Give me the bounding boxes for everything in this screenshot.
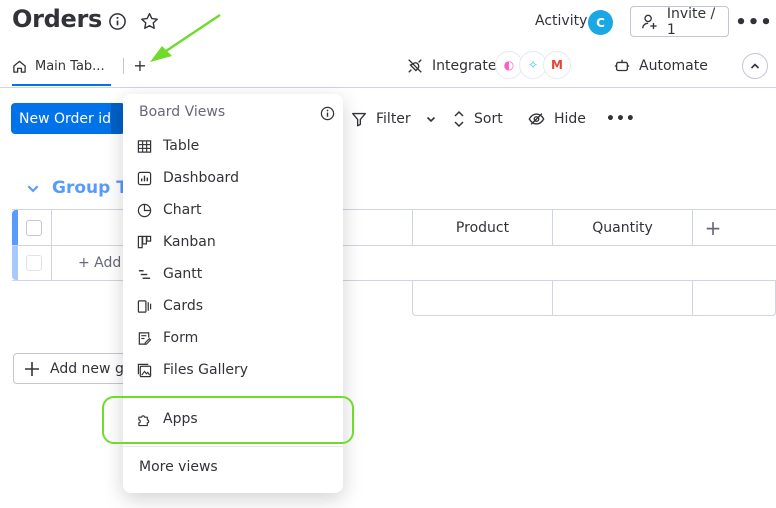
group-color-strip <box>12 246 18 280</box>
menu-item-label: Gantt <box>163 266 203 282</box>
column-divider <box>51 210 52 245</box>
kanban-icon <box>137 235 152 248</box>
home-icon <box>13 60 26 73</box>
tab-divider <box>123 58 124 74</box>
views-tabbar: Main Tab... + Integrate ◐ ✧ M Automate <box>0 48 776 88</box>
menu-item-table[interactable]: Table <box>137 132 333 160</box>
filter-label: Filter <box>376 111 411 127</box>
integrate-button[interactable]: Integrate <box>406 54 496 78</box>
automate-label: Automate <box>639 58 708 74</box>
board-title[interactable]: Orders <box>12 5 102 33</box>
menu-item-label: Cards <box>163 298 204 314</box>
chart-icon <box>137 203 152 217</box>
cards-icon <box>137 299 152 313</box>
column-header-quantity[interactable]: Quantity <box>553 210 692 246</box>
add-column-button[interactable]: + <box>693 210 733 246</box>
add-new-group-label: Add new gr <box>50 360 130 377</box>
chevron-down-icon[interactable] <box>26 181 40 195</box>
menu-item-label: Form <box>163 330 199 346</box>
filter-button[interactable]: Filter <box>350 107 437 131</box>
menu-item-files-gallery[interactable]: Files Gallery <box>137 356 333 384</box>
toolbar-more-icon[interactable]: ••• <box>606 107 636 131</box>
plus-icon <box>25 361 39 376</box>
menu-item-cards[interactable]: Cards <box>137 292 333 320</box>
new-item-button[interactable]: New Order id <box>11 103 111 134</box>
activity-button[interactable]: Activity <box>535 13 587 29</box>
menu-item-label: Chart <box>163 202 202 218</box>
summary-row <box>412 281 776 316</box>
menu-item-label: Table <box>163 138 200 154</box>
menu-item-dashboard[interactable]: Dashboard <box>137 164 333 192</box>
automate-button[interactable]: Automate <box>613 54 708 78</box>
invite-button[interactable]: Invite / 1 <box>630 5 729 38</box>
group-color-strip <box>12 210 18 245</box>
sort-label: Sort <box>474 111 503 127</box>
add-user-icon <box>642 14 657 29</box>
sort-button[interactable]: Sort <box>452 107 503 131</box>
menu-item-label: Files Gallery <box>163 362 249 378</box>
hide-button[interactable]: Hide <box>527 107 586 131</box>
eye-off-icon <box>528 113 545 125</box>
invite-label: Invite / 1 <box>666 5 716 38</box>
column-divider <box>692 281 693 315</box>
menu-item-kanban[interactable]: Kanban <box>137 228 333 256</box>
chevron-up-icon <box>750 63 760 69</box>
add-view-button[interactable]: + <box>131 54 149 76</box>
menu-title: Board Views <box>139 104 226 120</box>
info-icon[interactable] <box>108 12 127 31</box>
integration-app-icons[interactable]: ◐ ✧ M <box>495 51 571 79</box>
group-header[interactable]: Group T <box>26 178 128 198</box>
robot-icon <box>614 59 630 72</box>
gmail-icon: M <box>543 51 571 79</box>
column-divider <box>51 246 52 280</box>
dashboard-icon <box>137 171 152 185</box>
column-header-product[interactable]: Product <box>413 210 552 246</box>
table-icon <box>137 139 152 153</box>
menu-item-form[interactable]: Form <box>137 324 333 352</box>
form-icon <box>138 331 152 345</box>
apps-highlight-outline <box>102 396 354 444</box>
star-icon[interactable] <box>139 11 160 32</box>
menu-item-label: Kanban <box>163 234 216 250</box>
chevron-down-icon[interactable] <box>425 113 437 125</box>
gantt-icon <box>138 269 151 279</box>
column-divider <box>552 281 553 315</box>
avatar[interactable]: C <box>588 10 613 35</box>
info-icon[interactable] <box>320 106 335 121</box>
more-views-button[interactable]: More views <box>139 459 218 475</box>
sort-icon <box>454 110 464 128</box>
menu-item-gantt[interactable]: Gantt <box>137 260 333 288</box>
tab-main-table[interactable]: Main Tab... <box>12 48 111 86</box>
row-checkbox[interactable] <box>26 255 42 271</box>
hide-label: Hide <box>554 111 586 127</box>
select-all-checkbox[interactable] <box>26 220 42 236</box>
menu-item-chart[interactable]: Chart <box>137 196 333 224</box>
menu-item-label: Dashboard <box>163 170 239 186</box>
menu-divider <box>123 446 343 447</box>
files-gallery-icon <box>137 363 152 377</box>
tab-main-label: Main Tab... <box>35 58 105 74</box>
group-title[interactable]: Group T <box>52 178 128 198</box>
filter-icon <box>352 112 366 127</box>
integrate-icon <box>408 59 422 73</box>
more-options-icon[interactable]: ••• <box>735 10 772 34</box>
integrate-label: Integrate <box>432 58 497 74</box>
collapse-header-button[interactable] <box>742 53 768 79</box>
